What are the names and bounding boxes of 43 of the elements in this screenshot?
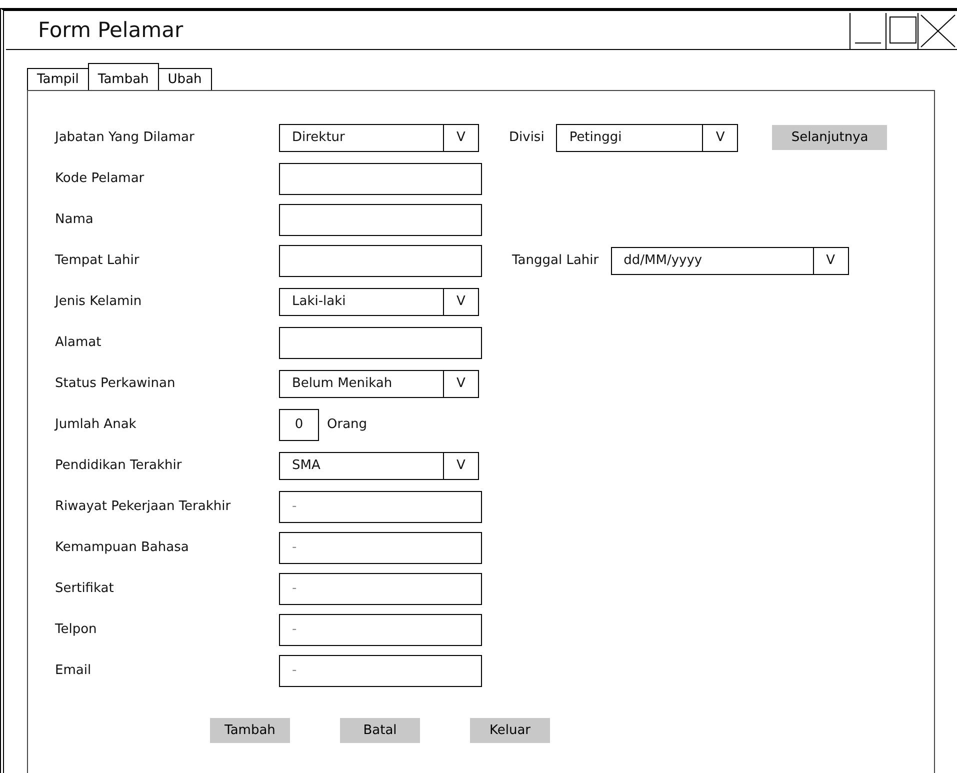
field-label: Riwayat Pekerjaan Terakhir xyxy=(55,499,232,514)
tab[interactable]: Ubah xyxy=(158,68,212,90)
field-label: Kode Pelamar xyxy=(55,171,146,186)
field-label: Tanggal Lahir xyxy=(512,253,599,268)
input-field[interactable]: - xyxy=(279,490,482,522)
field-label: Sertifikat xyxy=(55,581,115,596)
input-field[interactable] xyxy=(279,162,482,194)
field-label: Status Perkawinan xyxy=(55,376,176,391)
dropdown[interactable]: Laki-laki V xyxy=(279,288,479,316)
maximize-icon[interactable] xyxy=(887,13,919,49)
field-label: Jabatan Yang Dilamar xyxy=(55,130,196,145)
input-field[interactable]: - xyxy=(279,654,482,686)
input-field[interactable] xyxy=(279,204,482,236)
minimize-icon[interactable] xyxy=(849,13,887,49)
field-label: Alamat xyxy=(55,335,102,350)
input-field[interactable] xyxy=(279,326,482,358)
close-icon[interactable] xyxy=(919,13,957,49)
field-label: Divisi xyxy=(509,130,544,145)
tab[interactable]: Tampil xyxy=(27,68,89,90)
field-label: Tempat Lahir xyxy=(55,253,140,268)
action-button[interactable]: Keluar xyxy=(470,718,550,743)
dropdown[interactable]: Belum Menikah V xyxy=(279,370,479,398)
input-field[interactable]: - xyxy=(279,532,482,564)
action-button[interactable]: Batal xyxy=(340,718,420,743)
field-label: Kemampuan Bahasa xyxy=(55,540,190,555)
field-label: Jenis Kelamin xyxy=(55,294,143,309)
field-label: Email xyxy=(55,663,92,678)
window-title: Form Pelamar xyxy=(38,18,184,42)
dropdown[interactable]: Direktur V xyxy=(279,124,479,152)
date-picker[interactable]: dd/MM/yyyy V xyxy=(610,246,849,274)
dropdown[interactable]: Petinggi V xyxy=(556,124,738,152)
input-field[interactable]: - xyxy=(279,572,482,604)
field-label: Jumlah Anak xyxy=(55,417,138,432)
number-field[interactable]: 0 xyxy=(279,408,319,440)
dropdown[interactable]: SMA V xyxy=(279,452,479,480)
action-button[interactable]: Tambah xyxy=(210,718,290,743)
input-field[interactable]: - xyxy=(279,614,482,646)
input-field[interactable] xyxy=(279,244,482,276)
next-button[interactable]: Selanjutnya xyxy=(772,125,888,150)
field-label: Pendidikan Terakhir xyxy=(55,458,183,473)
field-label: Nama xyxy=(55,212,94,227)
unit-label: Orang xyxy=(327,417,368,432)
field-label: Telpon xyxy=(55,622,98,637)
